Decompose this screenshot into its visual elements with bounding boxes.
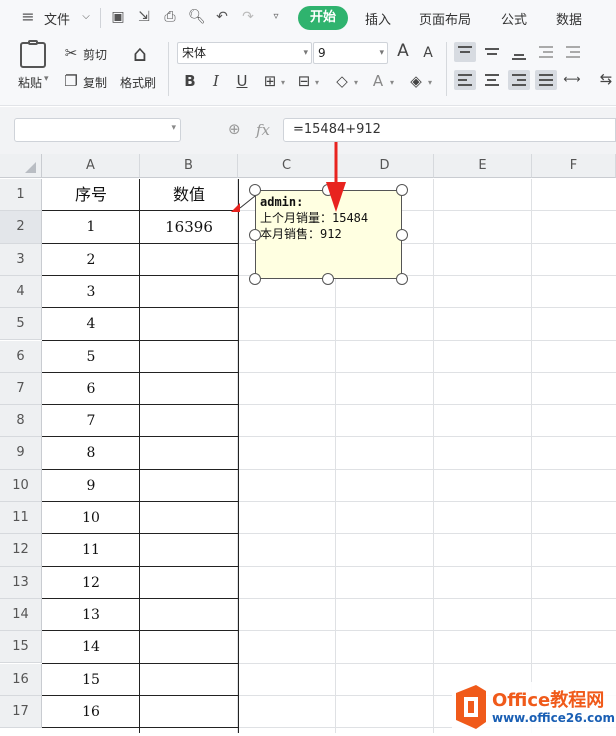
red-arrow-head-icon xyxy=(326,182,346,212)
watermark-brand: Office教程网 xyxy=(492,690,605,711)
annotation-overlay xyxy=(231,142,346,212)
comment-indicator-icon xyxy=(231,203,240,212)
watermark-url: www.office26.com xyxy=(492,711,616,725)
comment-connector xyxy=(239,195,256,209)
watermark: Office教程网 www.office26.com xyxy=(452,682,616,733)
